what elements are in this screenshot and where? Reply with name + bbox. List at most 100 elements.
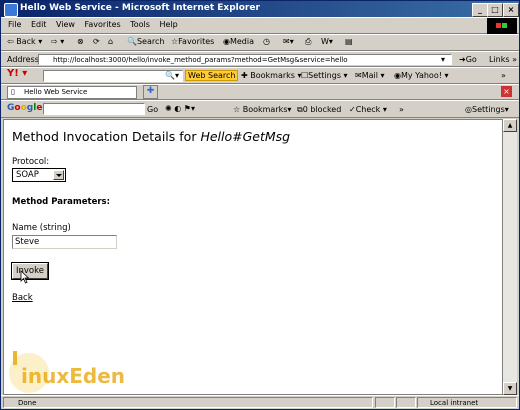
google-go-button[interactable]: Go xyxy=(147,105,158,114)
protocol-value: SOAP xyxy=(16,170,39,180)
print-icon[interactable]: ⎙ xyxy=(305,37,311,47)
page-icon: ▯ xyxy=(11,88,15,96)
media-button[interactable]: ◉Media xyxy=(223,37,254,46)
standard-toolbar: ⇦ Back ▾ ⇨ ▾ ⊗ ⟳ ⌂ 🔍Search ☆Favorites ◉M… xyxy=(1,34,519,51)
status-text-cell: Done xyxy=(3,397,373,408)
yahoo-settings-button[interactable]: ☐Settings ▾ xyxy=(301,71,348,80)
blocked-label: 0 blocked xyxy=(302,105,342,114)
zone-text: Local intranet xyxy=(430,399,479,407)
tab-label: Hello Web Service xyxy=(24,88,88,96)
yahoo-logo-icon[interactable]: Y! ▾ xyxy=(7,68,27,79)
title-prefix: Method Invocation Details for xyxy=(12,129,201,144)
address-bar: Address http://localhost:3000/hello/invo… xyxy=(1,51,519,67)
menu-edit[interactable]: Edit xyxy=(31,20,47,29)
yahoo-search-icon[interactable]: 🔍▾ xyxy=(165,71,179,80)
tab-bar: ▯ Hello Web Service ✚ × xyxy=(1,84,519,100)
menu-bar: File Edit View Favorites Tools Help xyxy=(1,17,519,34)
status-bar: Done Local intranet xyxy=(1,395,519,409)
my-yahoo-label: My Yahoo! xyxy=(400,71,442,80)
spell-check-button[interactable]: ✓Check ▾ xyxy=(349,105,387,114)
favorites-button[interactable]: ☆Favorites xyxy=(171,37,214,46)
stop-icon[interactable]: ⊗ xyxy=(77,37,84,46)
status-text: Done xyxy=(18,399,37,407)
yahoo-more-icon[interactable]: » xyxy=(501,71,506,80)
google-go-label: Go xyxy=(147,105,159,114)
yahoo-toolbar: Y! ▾ 🔍▾ Web Search ✚ Bookmarks ▾ ☐Settin… xyxy=(1,67,519,84)
google-logo-icon: Google xyxy=(7,103,43,113)
edit-icon[interactable]: W▾ xyxy=(321,37,333,46)
back-label: Back xyxy=(16,37,36,46)
tab-hello-web-service[interactable]: ▯ Hello Web Service xyxy=(7,86,137,99)
address-label: Address xyxy=(7,55,39,64)
protocol-select[interactable]: SOAP xyxy=(12,168,66,182)
close-button[interactable]: × xyxy=(503,3,519,17)
chevron-down-icon[interactable] xyxy=(53,170,64,180)
google-bookmarks-label: Bookmarks xyxy=(242,105,288,114)
menu-tools[interactable]: Tools xyxy=(130,20,150,29)
close-tab-button[interactable]: × xyxy=(501,86,512,97)
search-label: Search xyxy=(136,37,165,46)
check-label: Check xyxy=(355,105,381,114)
menu-file[interactable]: File xyxy=(8,20,21,29)
menu-favorites[interactable]: Favorites xyxy=(85,20,121,29)
google-search-input[interactable] xyxy=(43,103,145,115)
vertical-scrollbar[interactable]: ▲ ▼ xyxy=(503,119,517,395)
media-label: Media xyxy=(229,37,255,46)
address-input[interactable]: http://localhost:3000/hello/invoke_metho… xyxy=(38,54,452,65)
invoke-button[interactable]: Invoke xyxy=(12,263,48,279)
refresh-icon[interactable]: ⟳ xyxy=(93,37,100,46)
minimize-button[interactable]: _ xyxy=(472,3,488,17)
scroll-up-button[interactable]: ▲ xyxy=(503,119,517,132)
mail-icon[interactable]: ✉▾ xyxy=(283,37,294,46)
windows-logo-icon xyxy=(487,18,517,34)
protocol-label: Protocol: xyxy=(12,157,50,167)
zone-cell: Local intranet xyxy=(417,397,517,408)
links-label: Links xyxy=(489,55,510,64)
browser-window: Hello Web Service - Microsoft Internet E… xyxy=(0,0,520,410)
yahoo-settings-label: Settings xyxy=(308,71,341,80)
go-label: Go xyxy=(465,55,477,64)
web-search-button[interactable]: Web Search xyxy=(185,70,239,81)
my-yahoo-button[interactable]: ◉My Yahoo! ▾ xyxy=(394,71,448,80)
title-bar: Hello Web Service - Microsoft Internet E… xyxy=(1,1,519,17)
window-title: Hello Web Service - Microsoft Internet E… xyxy=(20,3,260,13)
favorites-label: Favorites xyxy=(178,37,215,46)
google-more-icon[interactable]: » xyxy=(399,105,404,114)
google-toolbar: Google Go ✺ ◐ ⚑▾ ☆ Bookmarks▾ ⧉0 blocked… xyxy=(1,100,519,118)
status-cell-3 xyxy=(396,397,416,408)
param-name-input[interactable]: Steve xyxy=(12,235,117,249)
yahoo-mail-button[interactable]: ✉Mail ▾ xyxy=(355,71,385,80)
history-icon[interactable]: ◷ xyxy=(263,37,270,46)
title-method: Hello#GetMsg xyxy=(200,129,291,144)
discuss-icon[interactable]: ▤ xyxy=(345,37,353,46)
home-icon[interactable]: ⌂ xyxy=(108,37,113,46)
watermark-text: inuxEden xyxy=(21,364,125,388)
yahoo-bookmarks-label: Bookmarks xyxy=(250,71,295,80)
back-link[interactable]: Back xyxy=(12,293,33,303)
method-parameters-heading: Method Parameters: xyxy=(12,197,110,207)
menu-help[interactable]: Help xyxy=(159,20,177,29)
google-settings-label: Settings xyxy=(471,105,505,114)
go-button[interactable]: ➜Go xyxy=(459,55,477,64)
maximize-button[interactable]: □ xyxy=(487,3,503,17)
forward-button[interactable]: ⇨ ▾ xyxy=(51,37,64,46)
watermark-logo: inuxEden xyxy=(9,351,125,393)
yahoo-mail-label: Mail xyxy=(361,71,378,80)
status-cell-2 xyxy=(375,397,395,408)
google-tools-icons[interactable]: ✺ ◐ ⚑▾ xyxy=(165,104,195,113)
google-settings-button[interactable]: ◎Settings▾ xyxy=(465,105,509,114)
yahoo-bookmarks-button[interactable]: ✚ Bookmarks ▾ xyxy=(241,71,302,80)
menu-view[interactable]: View xyxy=(56,20,75,29)
links-button[interactable]: Links » xyxy=(489,55,517,64)
ie-icon xyxy=(4,3,18,17)
search-button[interactable]: 🔍Search xyxy=(127,37,164,46)
scroll-down-button[interactable]: ▼ xyxy=(503,382,517,395)
yahoo-search-input[interactable] xyxy=(43,70,183,82)
back-button[interactable]: ⇦ Back ▾ xyxy=(7,37,42,46)
address-dropdown-icon[interactable]: ▾ xyxy=(441,55,445,64)
google-bookmarks-button[interactable]: ☆ Bookmarks▾ xyxy=(233,105,291,114)
new-tab-button[interactable]: ✚ xyxy=(143,85,158,99)
param-name-value: Steve xyxy=(15,237,40,247)
popup-blocker-button[interactable]: ⧉0 blocked xyxy=(297,105,341,115)
web-search-label: Web Search xyxy=(188,71,236,80)
